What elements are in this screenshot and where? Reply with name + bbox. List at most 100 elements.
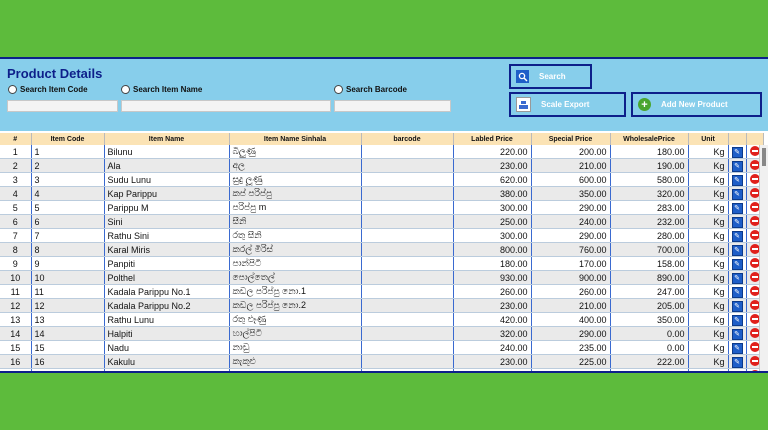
delete-icon[interactable] xyxy=(749,299,760,310)
table-cell: 17 xyxy=(0,368,32,371)
table-cell: බිලුණු xyxy=(229,145,362,159)
delete-icon[interactable] xyxy=(749,145,760,156)
table-cell: 158.00 xyxy=(610,256,689,271)
table-cell: 7 xyxy=(31,228,105,243)
column-header: WholesalePrice xyxy=(610,133,689,145)
table-cell: 890.00 xyxy=(610,270,689,285)
table-row[interactable]: 4 4 Kap Parippu කප් පරිප්පු 380.00 350.00 320.… xyxy=(0,186,764,201)
table-cell: 180.00 xyxy=(610,145,689,159)
edit-icon[interactable]: ✎ xyxy=(731,328,743,340)
search-item-name-label: Search Item Name xyxy=(133,85,203,94)
delete-icon[interactable] xyxy=(749,327,760,338)
table-cell: 190.00 xyxy=(610,158,689,173)
edit-icon[interactable]: ✎ xyxy=(731,272,743,284)
radio-button[interactable] xyxy=(8,85,17,94)
edit-icon[interactable]: ✎ xyxy=(731,174,743,186)
edit-cell: ✎ xyxy=(728,256,747,271)
table-cell: 420.00 xyxy=(453,312,532,327)
delete-icon[interactable] xyxy=(749,159,760,170)
table-row[interactable]: 5 5 Parippu M පරිප්පු m 300.00 290.00 283.00 Kg… xyxy=(0,200,764,215)
search-icon xyxy=(516,70,529,83)
delete-icon[interactable] xyxy=(749,271,760,282)
table-cell: 9 xyxy=(31,256,105,271)
delete-icon[interactable] xyxy=(749,341,760,352)
edit-icon[interactable]: ✎ xyxy=(731,356,743,368)
table-row[interactable]: 12 12 Kadala Parippu No.2 කඩල පරිප්පු නො.2 2… xyxy=(0,298,764,313)
table-row[interactable]: 10 10 Polthel පොල්තෙල් 930.00 900.00 890.00 Kg ✎ xyxy=(0,270,764,285)
table-row[interactable]: 16 16 Kakulu කැකුළු 230.00 225.00 222.00 Kg ✎ xyxy=(0,354,764,369)
delete-icon[interactable] xyxy=(749,173,760,184)
delete-icon[interactable] xyxy=(749,369,760,371)
search-button[interactable]: Search xyxy=(509,64,592,89)
barcode-input[interactable] xyxy=(334,100,451,112)
table-row[interactable]: 1 1 Bilunu බිලුණු 220.00 200.00 180.00 Kg ✎ xyxy=(0,145,764,159)
table-cell: 235.00 xyxy=(610,368,689,371)
scale-export-button[interactable]: Scale Export xyxy=(509,92,626,117)
edit-icon[interactable]: ✎ xyxy=(731,216,743,228)
delete-icon[interactable] xyxy=(749,257,760,268)
table-cell: Kap Parippu xyxy=(104,186,230,201)
item-code-input[interactable] xyxy=(7,100,118,112)
delete-icon[interactable] xyxy=(749,215,760,226)
delete-icon[interactable] xyxy=(749,187,760,198)
table-cell: Kg xyxy=(688,256,729,271)
delete-icon[interactable] xyxy=(749,355,760,366)
edit-cell: ✎ xyxy=(728,228,747,243)
table-cell: Sudu Lunu xyxy=(104,172,230,187)
edit-icon[interactable]: ✎ xyxy=(731,300,743,312)
edit-icon[interactable]: ✎ xyxy=(731,258,743,270)
table-row[interactable]: 15 15 Nadu නාඩු 240.00 235.00 0.00 Kg ✎ xyxy=(0,340,764,355)
edit-icon[interactable]: ✎ xyxy=(731,370,743,371)
table-cell: 4 xyxy=(0,186,32,201)
edit-icon[interactable]: ✎ xyxy=(731,314,743,326)
table-cell: 320.00 xyxy=(453,326,532,341)
delete-icon[interactable] xyxy=(749,313,760,324)
add-new-product-button[interactable]: + Add New Product xyxy=(631,92,762,117)
edit-icon[interactable]: ✎ xyxy=(731,244,743,256)
table-cell: පොල්තෙල් xyxy=(229,270,362,285)
table-cell: නාඩු xyxy=(229,340,362,355)
search-barcode-option[interactable]: Search Barcode xyxy=(334,85,407,94)
radio-button[interactable] xyxy=(334,85,343,94)
table-cell: Rathu Sini xyxy=(104,228,230,243)
edit-icon[interactable]: ✎ xyxy=(731,230,743,242)
table-cell: 250.00 xyxy=(453,214,532,229)
table-row[interactable]: 9 9 Panpiti පාන්පිටි 180.00 170.00 158.00 Kg ✎ xyxy=(0,256,764,271)
item-name-input[interactable] xyxy=(121,100,331,112)
edit-icon[interactable]: ✎ xyxy=(731,342,743,354)
table-row[interactable]: 3 3 Sudu Lunu සුදු ලූණු 620.00 600.00 580.00 Kg… xyxy=(0,172,764,187)
table-row[interactable]: 2 2 Ala අල 230.00 210.00 190.00 Kg ✎ xyxy=(0,158,764,173)
vertical-scrollbar[interactable] xyxy=(759,145,768,371)
edit-icon[interactable]: ✎ xyxy=(731,202,743,214)
table-cell: 300.00 xyxy=(453,200,532,215)
delete-icon[interactable] xyxy=(749,201,760,212)
table-cell: Kg xyxy=(688,158,729,173)
table-row[interactable]: 6 6 Sini සීනි 250.00 240.00 232.00 Kg ✎ xyxy=(0,214,764,229)
table-row[interactable]: 7 7 Rathu Sini රතු සීනි 300.00 290.00 280.00 Kg… xyxy=(0,228,764,243)
edit-icon[interactable]: ✎ xyxy=(731,188,743,200)
delete-icon[interactable] xyxy=(749,285,760,296)
scrollbar-thumb[interactable] xyxy=(762,148,766,166)
table-row[interactable]: 1717Pacci Samba245.00240.00235.00Kg✎ xyxy=(0,368,764,371)
edit-icon[interactable]: ✎ xyxy=(731,160,743,172)
edit-cell: ✎ xyxy=(728,340,747,355)
edit-cell: ✎ xyxy=(728,354,747,369)
radio-button[interactable] xyxy=(121,85,130,94)
table-cell: 12 xyxy=(0,298,32,313)
delete-icon[interactable] xyxy=(749,243,760,254)
delete-icon[interactable] xyxy=(749,229,760,240)
table-cell: 0.00 xyxy=(610,340,689,355)
table-row[interactable]: 11 11 Kadala Parippu No.1 කඩල පරිප්පු නො.1 2… xyxy=(0,284,764,299)
search-item-code-option[interactable]: Search Item Code xyxy=(8,85,88,94)
edit-icon[interactable]: ✎ xyxy=(731,286,743,298)
search-item-name-option[interactable]: Search Item Name xyxy=(121,85,202,94)
table-row[interactable]: 8 8 Karal Miris කරල් මිරිස් 800.00 760.00 700.… xyxy=(0,242,764,257)
edit-column-header xyxy=(728,133,747,145)
table-row[interactable]: 13 13 Rathu Lunu රතු ළූණු 420.00 400.00 350.00… xyxy=(0,312,764,327)
table-cell: Halpiti xyxy=(104,326,230,341)
edit-icon[interactable]: ✎ xyxy=(731,146,743,158)
table-cell: කඩල පරිප්පු නො.1 xyxy=(229,284,362,299)
table-row[interactable]: 14 14 Halpiti හාල්පිටි 320.00 290.00 0.00 Kg ✎ xyxy=(0,326,764,341)
table-cell: 16 xyxy=(31,354,105,369)
table-cell: 350.00 xyxy=(531,186,611,201)
